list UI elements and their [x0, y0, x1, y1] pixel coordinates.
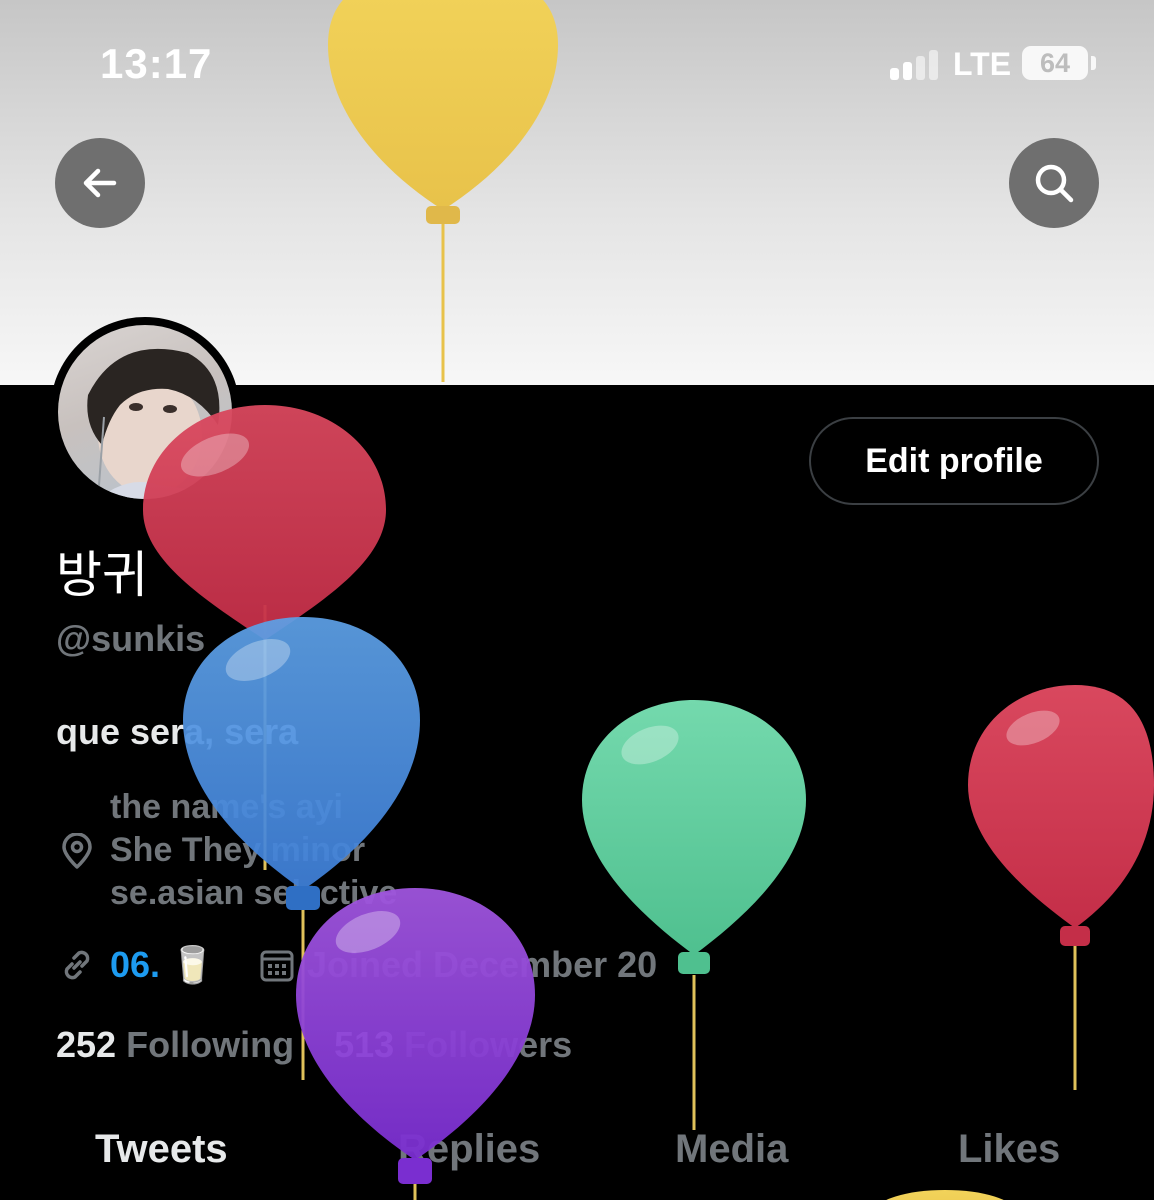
location-pin-icon: [62, 833, 92, 869]
tab-tweets[interactable]: Tweets: [95, 1127, 228, 1172]
location-line: se.asian selective: [110, 874, 398, 912]
joined-date: Joined December 20: [307, 944, 658, 985]
profile-link[interactable]: 06. 🥛: [110, 944, 215, 986]
tab-likes[interactable]: Likes: [958, 1127, 1060, 1172]
battery-tip: [1091, 56, 1096, 70]
search-button[interactable]: [1009, 138, 1099, 228]
followers-count: 513: [334, 1024, 395, 1065]
location-line: She They minor: [110, 831, 366, 869]
balloon-yellow-bottom: [886, 1190, 1004, 1200]
back-arrow-icon: [83, 168, 117, 198]
user-handle: @sunkis: [56, 618, 206, 659]
following-link[interactable]: 252 Following: [56, 1024, 294, 1065]
balloon-green: [582, 700, 806, 1130]
network-type: LTE: [953, 46, 1012, 82]
following-label: Following: [126, 1024, 295, 1065]
avatar-portrait: [87, 348, 228, 499]
search-icon: [1035, 164, 1074, 203]
display-name: 방귀: [56, 547, 148, 603]
bio-text: que sera, sera: [56, 711, 299, 752]
following-count: 252: [56, 1024, 117, 1065]
edit-profile-button[interactable]: Edit profile: [809, 417, 1099, 505]
tab-media[interactable]: Media: [675, 1127, 788, 1172]
status-time: 13:17: [100, 40, 213, 87]
avatar[interactable]: [50, 317, 240, 507]
back-button[interactable]: [55, 138, 145, 228]
follow-stats: 252 Following 513 Followers: [56, 1024, 572, 1066]
battery-icon: 64: [1022, 46, 1088, 80]
calendar-icon: [260, 950, 294, 982]
location-line: the name's ayi: [110, 788, 343, 826]
signal-icon: [890, 48, 942, 80]
battery-level: 64: [1039, 48, 1071, 78]
followers-link[interactable]: 513 Followers: [334, 1024, 572, 1065]
location-text: the name's ayi She They minor se.asian s…: [110, 786, 397, 915]
link-icon: [64, 950, 90, 980]
followers-label: Followers: [404, 1024, 573, 1065]
balloon-red-right: [968, 685, 1154, 1090]
tab-replies[interactable]: Replies: [398, 1127, 540, 1172]
avatar-photo: [58, 325, 232, 499]
